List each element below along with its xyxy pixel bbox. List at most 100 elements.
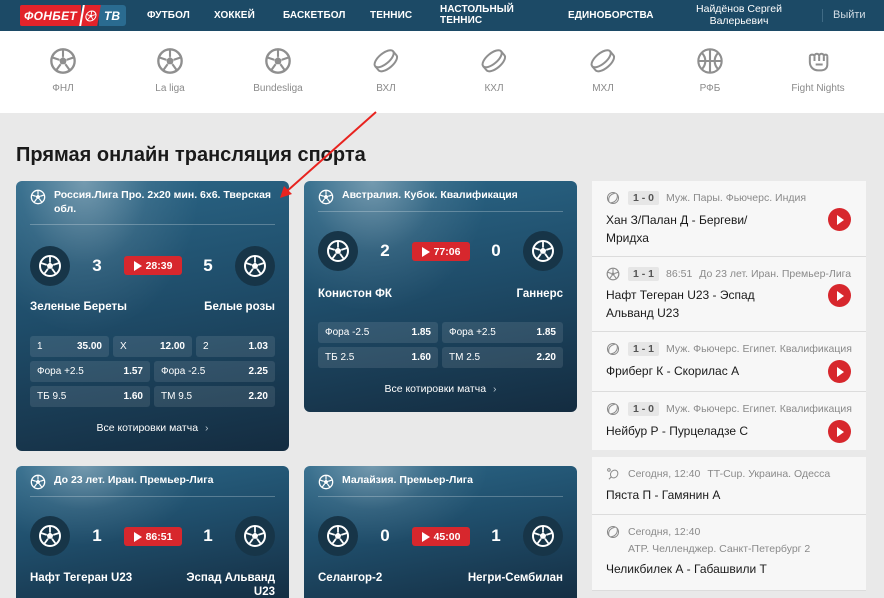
soccer-ball-icon [326, 239, 350, 263]
card-league: Россия.Лига Про. 2х20 мин. 6х6. Тверская… [30, 188, 275, 216]
logo-ball-icon [79, 5, 101, 26]
league-khl[interactable]: КХЛ [449, 47, 539, 94]
all-odds-link[interactable]: Все котировки матча › [16, 422, 289, 434]
chevron-right-icon: › [205, 422, 209, 434]
live-timer-button[interactable]: 86:51 [124, 527, 182, 546]
tennis-ball-icon [606, 402, 620, 416]
live-timer-button[interactable]: 45:00 [412, 527, 470, 546]
soccer-ball-icon [318, 189, 334, 205]
play-button[interactable] [828, 208, 851, 231]
list-item[interactable]: 1 - 1 Муж. Фьючерс. Египет. Квалификация… [592, 332, 866, 392]
fonbet-tv-logo[interactable]: ФОНБЕТ ТВ [20, 5, 126, 26]
card-divider [30, 496, 275, 497]
league-la-liga[interactable]: La liga [125, 47, 215, 94]
tennis-ball-icon [606, 191, 620, 205]
list-item[interactable]: Сегодня, 12:40 ATP. Челленджер. Санкт-Пе… [592, 515, 866, 591]
league-fight-nights[interactable]: Fight Nights [773, 47, 863, 94]
odd-button[interactable]: X 12.00 [113, 336, 192, 357]
odd-button[interactable]: ТМ 9.5 2.20 [154, 386, 275, 407]
odd-label: ТМ 9.5 [161, 391, 193, 402]
live-timer-button[interactable]: 28:39 [124, 256, 182, 275]
event-league: Муж. Фьючерс. Египет. Квалификация [666, 343, 852, 355]
match-card[interactable]: Малайзия. Премьер-Лига 0 45:00 1 Селанго… [304, 466, 577, 598]
home-team-logo [318, 516, 358, 556]
match-time: 86:51 [145, 530, 173, 543]
event-name: Пяста П - Гамянин А [606, 488, 721, 502]
play-icon [421, 531, 430, 542]
nav-tennis[interactable]: ТЕННИС [370, 10, 412, 21]
event-league: Муж. Пары. Фьючерс. Индия [666, 192, 807, 204]
soccer-ball-icon [49, 47, 77, 75]
event-name: Нейбур Р - Пурцеладзе С [606, 424, 749, 438]
logo-suffix: ТВ [99, 5, 126, 26]
away-team-name: Белые розы [204, 301, 275, 313]
hockey-puck-icon [480, 47, 508, 75]
event-time: Сегодня, 12:40 [628, 526, 701, 538]
odd-button[interactable]: 1 35.00 [30, 336, 109, 357]
league-vhl[interactable]: ВХЛ [341, 47, 431, 94]
user-name[interactable]: Найдёнов Сергей Валерьевич [680, 3, 798, 27]
away-team-name: Негри-Сембилан [467, 572, 563, 584]
league-fnl[interactable]: ФНЛ [18, 47, 108, 94]
play-button[interactable] [828, 284, 851, 307]
odd-button[interactable]: 2 1.03 [196, 336, 275, 357]
play-icon [421, 246, 430, 257]
odd-button[interactable]: Фора -2.5 2.25 [154, 361, 275, 382]
event-time: 86:51 [666, 268, 693, 280]
match-time: 28:39 [145, 259, 173, 272]
odd-button[interactable]: Фора +2.5 1.57 [30, 361, 150, 382]
event-meta: Сегодня, 12:40 [606, 525, 707, 539]
odd-label: Фора +2.5 [449, 327, 496, 338]
league-bundesliga[interactable]: Bundesliga [233, 47, 323, 94]
list-item[interactable]: 1 - 0 Муж. Фьючерс. Египет. Квалификация… [592, 392, 866, 450]
odd-button[interactable]: Фора -2.5 1.85 [318, 322, 438, 343]
event-name: Нафт Тегеран U23 - Эспад Альванд U23 [606, 288, 755, 320]
nav-martial-arts[interactable]: ЕДИНОБОРСТВА [568, 10, 654, 21]
odd-label: 2 [203, 341, 209, 352]
home-team-name: Зеленые Береты [30, 301, 127, 313]
logout-link[interactable]: Выйти [833, 9, 866, 21]
card-divider [318, 496, 563, 497]
away-team-logo [235, 516, 275, 556]
league-rfb[interactable]: РФБ [665, 47, 755, 94]
match-card[interactable]: Россия.Лига Про. 2х20 мин. 6х6. Тверская… [16, 181, 289, 451]
nav-basketball[interactable]: БАСКЕТБОЛ [283, 10, 346, 21]
play-button[interactable] [828, 420, 851, 443]
match-card[interactable]: До 23 лет. Иран. Премьер-Лига 1 86:51 1 … [16, 466, 289, 598]
league-strip: ФНЛ La liga Bundesliga ВХЛ КХЛ МХЛ РФБ F… [0, 31, 884, 113]
list-item[interactable]: Сегодня, 12:40 TT-Cup. Украина. Одесса П… [592, 457, 866, 515]
nav-table-tennis[interactable]: НАСТОЛЬНЫЙ ТЕННИС [440, 4, 514, 26]
play-icon [133, 531, 142, 542]
nav-hockey[interactable]: ХОККЕЙ [214, 10, 255, 21]
odd-button[interactable]: ТБ 2.5 1.60 [318, 347, 438, 368]
odd-button[interactable]: ТБ 9.5 1.60 [30, 386, 150, 407]
odd-button[interactable]: ТМ 2.5 2.20 [442, 347, 563, 368]
event-meta: 1 - 1 86:51 До 23 лет. Иран. Премьер-Лиг… [606, 267, 851, 281]
tennis-ball-icon [606, 342, 620, 356]
soccer-ball-icon [531, 524, 555, 548]
odd-label: ТБ 2.5 [325, 352, 355, 363]
list-item[interactable]: 1 - 0 Муж. Пары. Фьючерс. Индия Хан З/Па… [592, 181, 866, 257]
live-timer-button[interactable]: 77:06 [412, 242, 470, 261]
odd-value: 12.00 [159, 341, 185, 352]
soccer-ball-icon [243, 254, 267, 278]
soccer-ball-icon [30, 474, 46, 490]
event-meta: 1 - 0 Муж. Пары. Фьючерс. Индия [606, 191, 806, 205]
list-item[interactable]: 1 - 1 86:51 До 23 лет. Иран. Премьер-Лиг… [592, 257, 866, 332]
odd-label: X [120, 341, 127, 352]
home-team-logo [30, 246, 70, 286]
match-card[interactable]: Австралия. Кубок. Квалификация 2 77:06 0… [304, 181, 577, 412]
hockey-puck-icon [372, 47, 400, 75]
away-team-logo [235, 246, 275, 286]
basketball-icon [696, 47, 724, 75]
odd-button[interactable]: Фора +2.5 1.85 [442, 322, 563, 343]
event-meta: 1 - 1 Муж. Фьючерс. Египет. Квалификация [606, 342, 852, 356]
match-time: 77:06 [433, 245, 461, 258]
odd-label: 1 [37, 341, 43, 352]
odd-label: ТМ 2.5 [449, 352, 481, 363]
play-button[interactable] [828, 360, 851, 383]
all-odds-link[interactable]: Все котировки матча › [304, 383, 577, 395]
league-label: ВХЛ [376, 83, 396, 94]
league-mhl[interactable]: МХЛ [558, 47, 648, 94]
nav-football[interactable]: ФУТБОЛ [147, 10, 190, 21]
